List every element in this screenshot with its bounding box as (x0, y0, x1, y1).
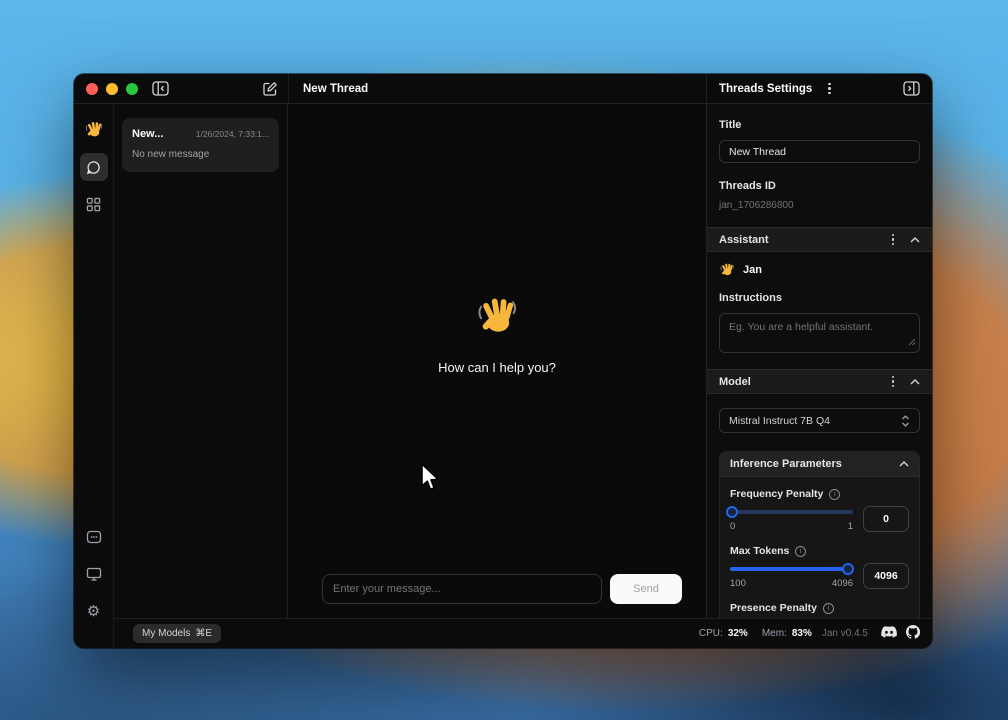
jan-app-window: New Thread Threads Settings (74, 74, 932, 648)
chat-bubble-icon (86, 160, 101, 175)
apps-tab[interactable] (80, 190, 108, 218)
thread-list: New... 1/26/2024, 7:33:1... No new messa… (114, 104, 288, 618)
thread-list-item[interactable]: New... 1/26/2024, 7:33:1... No new messa… (122, 118, 279, 172)
icon-rail: ⚙ (74, 104, 114, 648)
mem-label: Mem: (762, 628, 787, 639)
inference-parameters-card: Inference Parameters Frequency Penalty i (719, 451, 920, 618)
model-header-label: Model (719, 376, 751, 388)
threads-id-label: Threads ID (719, 180, 920, 192)
instructions-textarea[interactable]: Eg. You are a helpful assistant. (719, 313, 920, 353)
assistant-menu-icon[interactable] (886, 232, 901, 248)
slider-min: 100 (730, 578, 746, 589)
chat-main-area: How can I help you? Send (288, 104, 706, 618)
threads-id-value: jan_1706286800 (719, 200, 920, 211)
my-models-shortcut: ⌘E (195, 628, 212, 639)
slider-thumb[interactable] (842, 563, 854, 575)
collapse-left-panel-icon[interactable] (152, 81, 169, 96)
select-updown-icon (901, 415, 910, 427)
model-section-header[interactable]: Model (707, 369, 932, 394)
app-version: Jan v0.4.5 (822, 628, 868, 639)
assistant-section-header[interactable]: Assistant (707, 227, 932, 252)
feedback-button[interactable] (80, 523, 108, 551)
traffic-lights (86, 83, 138, 95)
status-bar: My Models ⌘E CPU: 32% Mem: 83% Jan v0.4.… (114, 618, 932, 648)
thread-title-input[interactable] (719, 140, 920, 163)
assistant-wave-icon[interactable] (80, 116, 108, 144)
assistant-collapse-chevron-up-icon[interactable] (910, 237, 920, 243)
title-bar: New Thread Threads Settings (74, 74, 932, 104)
threads-settings-panel: Title Threads ID jan_1706286800 Assistan… (706, 104, 932, 618)
discord-icon[interactable] (881, 626, 897, 641)
github-icon[interactable] (906, 625, 920, 642)
model-collapse-chevron-up-icon[interactable] (910, 379, 920, 385)
inference-collapse-chevron-up-icon[interactable] (899, 461, 909, 467)
close-window-button[interactable] (86, 83, 98, 95)
frequency-penalty-label: Frequency Penalty (730, 488, 823, 500)
minimize-window-button[interactable] (106, 83, 118, 95)
my-models-label: My Models (142, 628, 190, 639)
assistant-name: Jan (743, 264, 762, 276)
frequency-penalty-value[interactable]: 0 (863, 506, 909, 532)
selected-model-name: Mistral Instruct 7B Q4 (729, 415, 830, 427)
right-panel-header: Threads Settings (706, 74, 932, 103)
collapse-right-panel-icon[interactable] (903, 81, 920, 96)
frequency-penalty-slider[interactable] (730, 510, 853, 514)
resize-handle-icon[interactable] (908, 337, 916, 349)
slider-max: 4096 (832, 578, 853, 589)
assistant-wave-emoji (719, 262, 735, 278)
inference-parameters-label: Inference Parameters (730, 458, 842, 470)
slider-thumb[interactable] (726, 506, 738, 518)
threads-settings-menu-icon[interactable] (822, 81, 837, 97)
new-thread-icon[interactable] (262, 81, 278, 97)
presence-penalty-param: Presence Penalty i (730, 602, 909, 618)
titlebar-left-section (74, 74, 288, 103)
max-tokens-param: Max Tokens i (730, 545, 909, 589)
cpu-label: CPU: (699, 628, 723, 639)
greeting-text: How can I help you? (438, 360, 556, 375)
assistant-identity: Jan (719, 262, 920, 278)
presence-penalty-label: Presence Penalty (730, 602, 817, 614)
max-tokens-label: Max Tokens (730, 545, 789, 557)
message-composer: Send (288, 565, 706, 618)
gear-icon: ⚙ (87, 604, 100, 619)
thread-title: New... (132, 128, 163, 140)
instructions-placeholder: Eg. You are a helpful assistant. (729, 321, 873, 333)
cpu-value: 32% (728, 628, 748, 639)
title-label: Title (719, 119, 920, 131)
thread-preview: No new message (132, 149, 269, 160)
info-icon[interactable]: i (795, 546, 806, 557)
grid-apps-icon (86, 197, 101, 212)
threads-settings-title: Threads Settings (719, 83, 812, 95)
message-input[interactable] (322, 574, 602, 604)
main-header: New Thread (288, 74, 706, 103)
monitor-icon (86, 566, 102, 582)
model-menu-icon[interactable] (886, 374, 901, 390)
send-button[interactable]: Send (610, 574, 682, 604)
waving-hand-emoji (474, 294, 520, 340)
info-icon[interactable]: i (829, 489, 840, 500)
page-title: New Thread (303, 83, 368, 95)
inference-parameters-header[interactable]: Inference Parameters (720, 452, 919, 477)
slider-min: 0 (730, 521, 735, 532)
my-models-button[interactable]: My Models ⌘E (133, 624, 221, 643)
mem-value: 83% (792, 628, 812, 639)
settings-button[interactable]: ⚙ (80, 597, 108, 625)
info-icon[interactable]: i (823, 603, 834, 614)
system-monitor-button[interactable] (80, 560, 108, 588)
chat-threads-tab[interactable] (80, 153, 108, 181)
instructions-label: Instructions (719, 292, 920, 304)
desktop-wallpaper: New Thread Threads Settings (0, 0, 1008, 720)
slider-max: 1 (848, 521, 853, 532)
max-tokens-value[interactable]: 4096 (863, 563, 909, 589)
thread-timestamp: 1/26/2024, 7:33:1... (196, 129, 269, 139)
assistant-header-label: Assistant (719, 234, 769, 246)
max-tokens-slider[interactable] (730, 567, 853, 571)
model-select-dropdown[interactable]: Mistral Instruct 7B Q4 (719, 408, 920, 433)
message-dots-icon (86, 529, 102, 545)
zoom-window-button[interactable] (126, 83, 138, 95)
frequency-penalty-param: Frequency Penalty i (730, 488, 909, 532)
